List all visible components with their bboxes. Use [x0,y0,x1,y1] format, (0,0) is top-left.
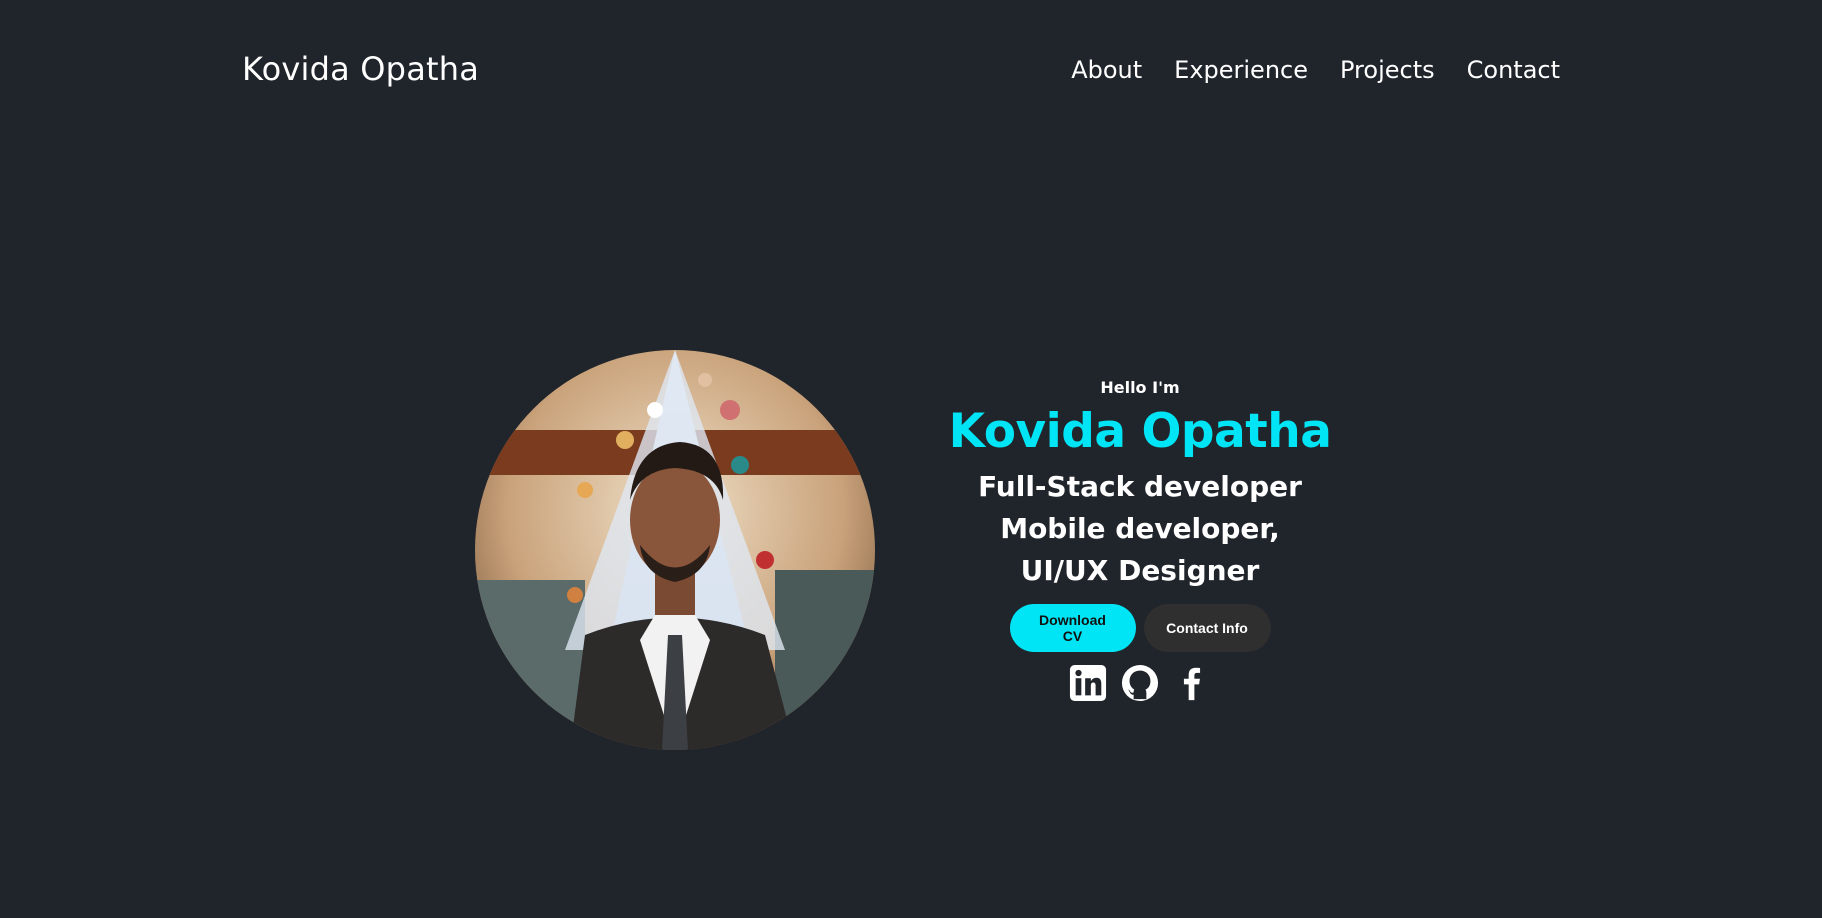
hero-buttons: Download CV Contact Info [1009,603,1271,652]
nav-projects[interactable]: Projects [1340,56,1435,84]
github-icon[interactable] [1121,664,1159,702]
roles-list: Full-Stack developer Mobile developer, U… [978,466,1302,592]
download-cv-button[interactable]: Download CV [1009,603,1136,652]
role-item: UI/UX Designer [1020,553,1260,587]
profile-photo [475,350,875,750]
greeting-text: Hello I'm [1100,378,1180,397]
facebook-icon[interactable] [1173,664,1211,702]
hero-section: Hello I'm Kovida Opatha Full-Stack devel… [940,378,1340,702]
linkedin-icon[interactable] [1069,664,1107,702]
main-nav: About Experience Projects Contact [1071,56,1560,84]
role-item: Mobile developer, [1000,511,1280,545]
role-item: Full-Stack developer [978,469,1302,503]
contact-info-button[interactable]: Contact Info [1143,603,1271,652]
social-links [1069,664,1211,702]
nav-experience[interactable]: Experience [1174,56,1308,84]
nav-about[interactable]: About [1071,56,1142,84]
site-logo[interactable]: Kovida Opatha [242,50,479,88]
hero-name: Kovida Opatha [948,404,1332,459]
page: Kovida Opatha About Experience Projects … [0,0,1822,918]
nav-contact[interactable]: Contact [1467,56,1560,84]
